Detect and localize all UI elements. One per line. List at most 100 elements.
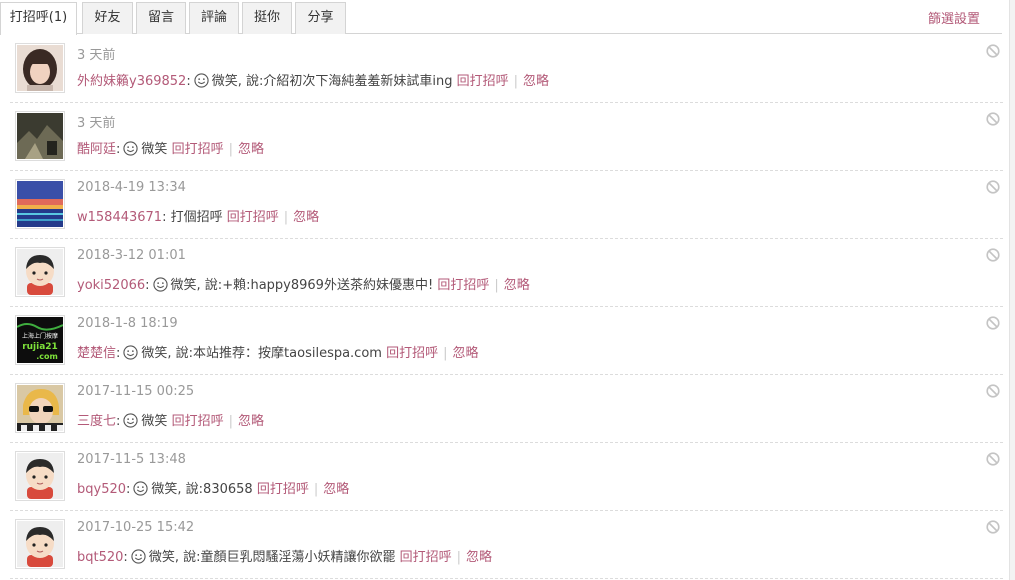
message-text: 微笑 [141,414,168,429]
timestamp: 2017-10-25 15:42 [77,520,195,535]
message-line: bqy520: 微笑, 說:830658 回打招呼 | 忽略 [77,481,350,497]
username-link[interactable]: 酷阿廷 [77,142,116,157]
avatar-photo-sunset [17,181,63,227]
ignore-link[interactable]: 忽略 [466,550,492,565]
smile-icon [133,481,149,496]
reply-greeting-link[interactable]: 回打招呼 [386,346,438,361]
smile-icon [123,345,139,360]
smile-icon [131,549,146,564]
list-item: 2017-11-15 00:25 三度七: 微笑 回打招呼 | 忽略 [10,375,1003,443]
message-line: w158443671: 打個招呼 回打招呼 | 忽略 [77,210,320,225]
ignore-link[interactable]: 忽略 [504,278,530,293]
notification-list: 3 天前 外約妹籟y369852: 微笑, 說:介紹初次下海純羞羞新妹試車ing … [10,35,1003,579]
avatar-photo-sunglasses [17,385,63,431]
avatar[interactable] [15,179,65,229]
reply-greeting-link[interactable]: 回打招呼 [172,414,224,429]
ignore-link[interactable]: 忽略 [323,482,349,497]
timestamp: 3 天前 [77,48,116,63]
message-line: yoki52066: 微笑, 說:+賴:happy8969外送茶約妹優惠中! 回打… [77,277,530,293]
reply-greeting-link[interactable]: 回打招呼 [227,210,279,225]
list-item: 2017-10-25 15:42 bqt520: 微笑, 說:童顏巨乳悶騷淫蕩小妖… [10,511,1003,579]
ignore-link[interactable]: 忽略 [453,346,479,361]
smile-icon [123,413,139,428]
username-link[interactable]: 外約妹籟y369852 [77,74,186,89]
smile-icon [152,277,168,292]
avatar[interactable] [15,383,65,433]
block-icon[interactable] [986,384,1000,398]
block-icon[interactable] [986,44,1000,58]
avatar[interactable] [15,111,65,161]
ad-banner-text: 上海上门按摩 [22,332,58,340]
message-line: 楚楚信: 微笑, 說:本站推荐：按摩taosilespa.com 回打招呼 | 忽略 [77,345,479,361]
separator: | [443,346,448,361]
ad-banner-text: rujia21 [22,342,58,352]
separator: | [494,278,499,293]
username-link[interactable]: yoki52066 [77,278,145,293]
separator: | [313,482,319,497]
message-text: 微笑, 說:+賴:happy8969外送茶約妹優惠中! [170,278,434,293]
message-text: 打個招呼 [170,210,223,225]
username-link[interactable]: 三度七 [77,414,116,429]
separator: | [513,74,519,89]
avatar-default-icon [17,521,63,567]
filter-settings-link[interactable]: 篩選設置 [928,8,980,27]
ignore-link[interactable]: 忽略 [523,74,549,89]
avatar[interactable] [15,247,65,297]
block-icon[interactable] [986,316,1000,330]
message-line: bqt520: 微笑, 說:童顏巨乳悶騷淫蕩小妖精讓你欲罷 回打招呼 | 忽略 [77,549,493,565]
avatar-default-icon [17,453,63,499]
message-line: 外約妹籟y369852: 微笑, 說:介紹初次下海純羞羞新妹試車ing 回打招呼 |… [77,73,550,89]
avatar-photo-dark-scene [17,113,63,159]
block-icon[interactable] [986,520,1000,534]
ignore-link[interactable]: 忽略 [238,142,264,157]
list-item: 2018-4-19 13:34 w158443671: 打個招呼 回打招呼 | 忽略 [10,171,1003,239]
ignore-link[interactable]: 忽略 [293,210,319,225]
tab-messages[interactable]: 留言 [136,2,186,34]
ad-banner-text: .com [36,352,58,361]
separator: | [456,550,462,565]
username-link[interactable]: bqy520 [77,482,126,497]
message-line: 三度七: 微笑 回打招呼 | 忽略 [77,413,264,429]
timestamp: 2018-4-19 13:34 [77,180,186,195]
tab-support[interactable]: 挺你 [242,2,292,34]
timestamp: 2018-1-8 18:19 [77,316,178,331]
block-icon[interactable] [986,452,1000,466]
reply-greeting-link[interactable]: 回打招呼 [457,74,509,89]
block-icon[interactable] [986,180,1000,194]
tab-bar: 打招呼(1) 好友 留言 評論 挺你 分享 篩選設置 [0,0,1002,35]
list-item: 上海上门按摩 rujia21 .com 2018-1-8 18:19 楚楚信: 微… [10,307,1003,375]
reply-greeting-link[interactable]: 回打招呼 [172,142,224,157]
list-item: 3 天前 外約妹籟y369852: 微笑, 說:介紹初次下海純羞羞新妹試車ing … [10,35,1003,103]
list-item: 2018-3-12 01:01 yoki52066: 微笑, 說:+賴:happy… [10,239,1003,307]
timestamp: 3 天前 [77,116,116,131]
avatar[interactable] [15,43,65,93]
tab-comments[interactable]: 評論 [189,2,239,34]
avatar[interactable] [15,519,65,569]
tab-greetings[interactable]: 打招呼(1) [0,2,77,35]
smile-icon [123,141,139,156]
block-icon[interactable] [986,248,1000,262]
avatar[interactable]: 上海上门按摩 rujia21 .com [15,315,65,365]
smile-icon [194,73,209,88]
reply-greeting-link[interactable]: 回打招呼 [257,482,309,497]
tab-share[interactable]: 分享 [295,2,346,34]
reply-greeting-link[interactable]: 回打招呼 [400,550,452,565]
list-item: 2017-11-5 13:48 bqy520: 微笑, 說:830658 回打招呼… [10,443,1003,511]
block-icon[interactable] [986,112,1000,126]
scrollbar[interactable] [1009,0,1015,580]
timestamp: 2018-3-12 01:01 [77,248,186,263]
reply-greeting-link[interactable]: 回打招呼 [437,278,489,293]
message-text: 微笑 [141,142,168,157]
message-line: 酷阿廷: 微笑 回打招呼 | 忽略 [77,141,264,157]
separator: | [283,210,289,225]
avatar-ad-banner: 上海上门按摩 rujia21 .com [16,317,64,363]
avatar[interactable] [15,451,65,501]
username-link[interactable]: bqt520 [77,550,123,565]
ignore-link[interactable]: 忽略 [238,414,264,429]
timestamp: 2017-11-15 00:25 [77,384,195,399]
avatar-default-icon [17,249,63,295]
tab-friends[interactable]: 好友 [82,2,133,34]
timestamp: 2017-11-5 13:48 [77,452,186,467]
username-link[interactable]: w158443671 [77,210,162,225]
username-link[interactable]: 楚楚信 [77,346,116,361]
